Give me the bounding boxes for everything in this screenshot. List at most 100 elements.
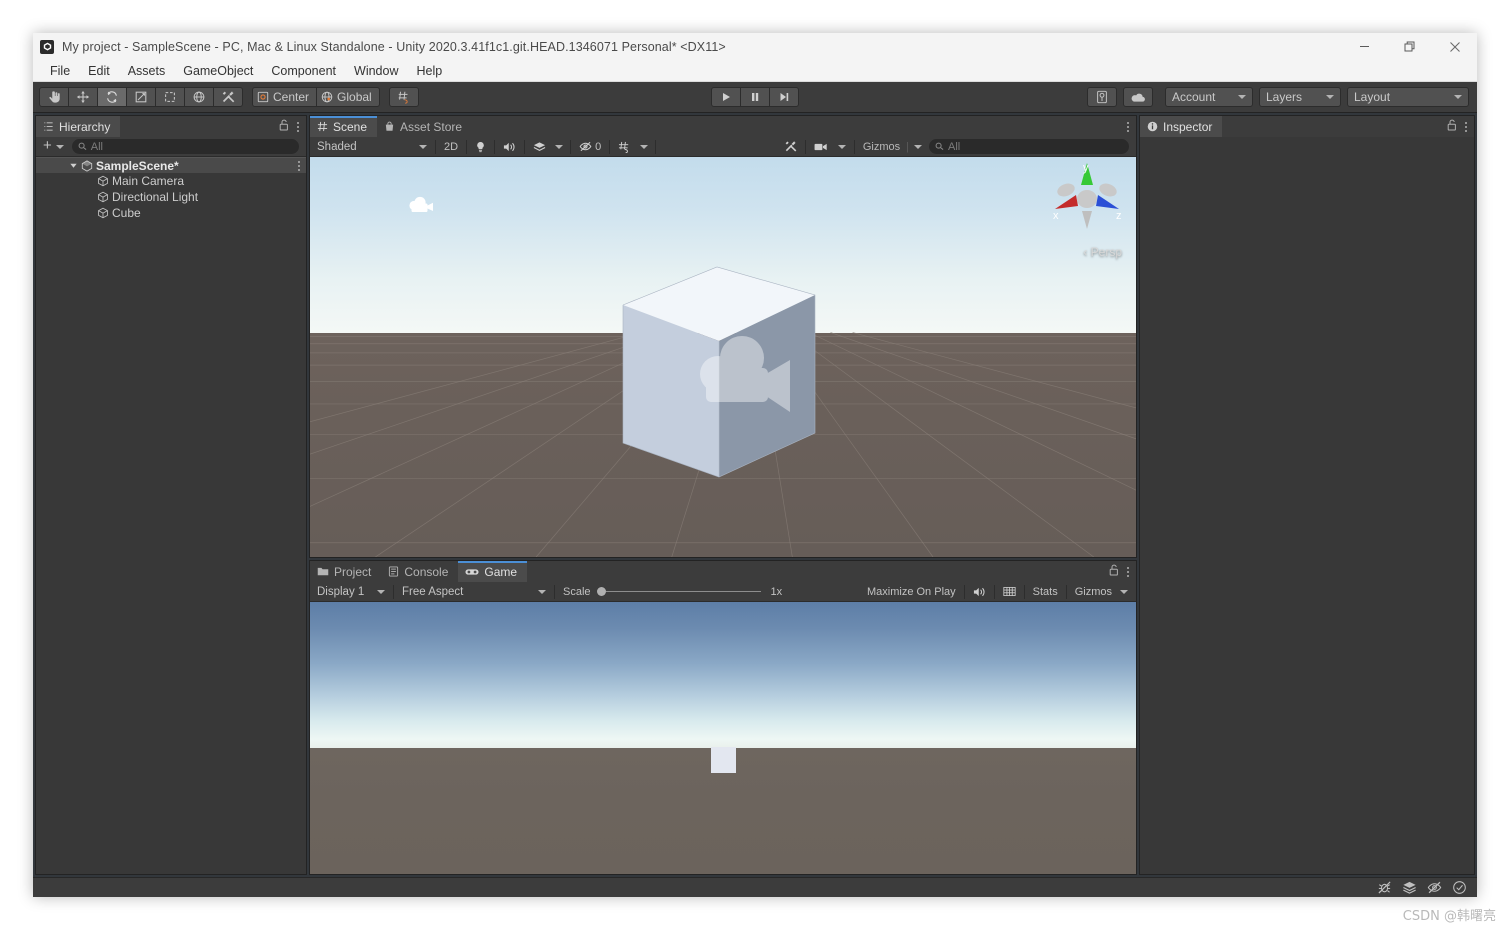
layers-label: Layers [1266, 90, 1303, 104]
menu-edit[interactable]: Edit [79, 62, 119, 80]
layers-dropdown[interactable]: Layers [1259, 87, 1341, 107]
pause-button[interactable] [740, 87, 770, 107]
unity-icon [40, 39, 54, 54]
pivot-handle-group: Center Global [252, 87, 380, 107]
hierarchy-search-input[interactable]: All [71, 139, 299, 154]
scale-slider[interactable] [596, 587, 761, 596]
effects-icon[interactable] [529, 139, 550, 155]
lock-open-icon[interactable] [1447, 118, 1457, 136]
list-item[interactable]: Directional Light [36, 189, 306, 205]
menu-help[interactable]: Help [407, 62, 451, 80]
custom-tool-button[interactable] [213, 87, 243, 107]
mute-audio-icon[interactable] [969, 584, 990, 600]
menu-window[interactable]: Window [345, 62, 407, 80]
tab-project[interactable]: Project [310, 561, 381, 582]
bug-off-icon[interactable] [1377, 880, 1392, 895]
menu-file[interactable]: File [41, 62, 79, 80]
tab-scene[interactable]: Scene [310, 116, 378, 137]
tab-hierarchy[interactable]: Hierarchy [36, 116, 121, 137]
scene-viewport[interactable]: x z y ‹ Persp [310, 157, 1136, 557]
chevron-down-icon[interactable] [837, 144, 846, 149]
chevron-down-icon [1238, 95, 1246, 99]
close-button[interactable] [1432, 33, 1477, 60]
minimize-button[interactable] [1342, 33, 1387, 60]
pivot-mode-button[interactable]: Center [252, 87, 318, 107]
toggle-2d-button[interactable]: 2D [440, 139, 462, 155]
tab-inspector[interactable]: Inspector [1140, 116, 1223, 137]
chevron-down-icon [70, 163, 77, 168]
shading-mode-label: Shaded [317, 140, 357, 153]
tab-asset-store[interactable]: Asset Store [377, 116, 472, 137]
stats-grid-icon[interactable] [999, 584, 1020, 600]
svg-text:y: y [1083, 162, 1089, 174]
menu-component[interactable]: Component [262, 62, 345, 80]
chevron-down-icon[interactable] [55, 144, 64, 149]
projection-mode-label[interactable]: ‹ Persp [1083, 245, 1122, 259]
bottom-panel: Project Console Game Display 1 Free Aspe… [309, 560, 1137, 875]
grid-visibility-icon[interactable] [614, 139, 635, 155]
scale-label: Scale [563, 585, 591, 598]
lightbulb-icon[interactable] [471, 139, 490, 155]
add-object-button[interactable]: + [39, 138, 54, 155]
game-sky [310, 602, 1136, 749]
scene-search-input[interactable]: All [929, 139, 1129, 154]
scene-camera-icon[interactable] [810, 139, 832, 155]
hierarchy-scene-row[interactable]: SampleScene* [36, 157, 306, 173]
scene-tab-actions [1127, 116, 1136, 137]
game-gizmos-button[interactable]: Gizmos [1071, 584, 1116, 600]
check-circle-icon[interactable] [1452, 880, 1467, 895]
chevron-down-icon [419, 144, 427, 149]
game-viewport[interactable] [310, 602, 1136, 874]
lock-open-icon[interactable] [1109, 563, 1119, 581]
shading-mode-dropdown[interactable]: Shaded [313, 139, 431, 155]
display-dropdown[interactable]: Display 1 [313, 584, 389, 600]
collab-icon[interactable] [1087, 87, 1117, 107]
grid-snap-icon[interactable] [388, 87, 419, 107]
transform-tool-button[interactable] [184, 87, 214, 107]
svg-text:x: x [1053, 210, 1059, 222]
kebab-menu-icon[interactable] [1465, 121, 1467, 132]
chevron-down-icon[interactable] [555, 144, 564, 149]
tab-console[interactable]: Console [381, 561, 458, 582]
rotate-tool-button[interactable] [97, 87, 127, 107]
lock-open-icon[interactable] [279, 118, 289, 136]
hand-tool-button[interactable] [39, 87, 69, 107]
list-item[interactable]: Cube [36, 205, 306, 221]
rect-tool-button[interactable] [155, 87, 185, 107]
menu-assets[interactable]: Assets [119, 62, 175, 80]
audio-toggle-icon[interactable] [499, 139, 520, 155]
play-button[interactable] [711, 87, 741, 107]
kebab-menu-icon[interactable] [1127, 566, 1129, 577]
tab-console-label: Console [404, 564, 449, 579]
step-button[interactable] [769, 87, 799, 107]
eye-off-status-icon[interactable] [1427, 880, 1442, 895]
game-stats-button[interactable]: Stats [1029, 584, 1062, 600]
scale-tool-button[interactable] [126, 87, 156, 107]
chevron-down-icon[interactable] [640, 144, 649, 149]
handle-space-button[interactable]: Global [316, 87, 380, 107]
scene-visibility-toggle[interactable]: 0 [575, 139, 605, 155]
kebab-menu-icon[interactable] [297, 121, 299, 132]
aspect-dropdown[interactable]: Free Aspect [398, 584, 550, 600]
scene-tools-icon[interactable] [780, 139, 801, 155]
chevron-down-icon[interactable] [914, 144, 922, 149]
tab-game[interactable]: Game [458, 561, 528, 582]
chevron-down-icon[interactable] [1120, 589, 1128, 594]
account-dropdown[interactable]: Account [1165, 87, 1253, 107]
orientation-gizmo[interactable]: x z y [1044, 159, 1130, 231]
menu-gameobject[interactable]: GameObject [174, 62, 262, 80]
move-tool-button[interactable] [68, 87, 98, 107]
layers-icon[interactable] [1402, 880, 1417, 895]
gizmos-button[interactable]: Gizmos [859, 139, 904, 155]
maximize-on-play-button[interactable]: Maximize On Play [863, 584, 960, 600]
center-column: Scene Asset Store Shaded 2D 0 Gizmos | A… [309, 115, 1137, 875]
layout-dropdown[interactable]: Layout [1347, 87, 1469, 107]
kebab-menu-icon[interactable] [1127, 121, 1129, 132]
kebab-menu-icon[interactable] [298, 160, 300, 171]
cloud-icon[interactable] [1123, 87, 1153, 107]
chevron-down-icon [1326, 95, 1334, 99]
camera-gizmo-icon [409, 196, 433, 212]
restore-button[interactable] [1387, 33, 1432, 60]
hierarchy-tab-actions [279, 116, 306, 137]
list-item[interactable]: Main Camera [36, 173, 306, 189]
